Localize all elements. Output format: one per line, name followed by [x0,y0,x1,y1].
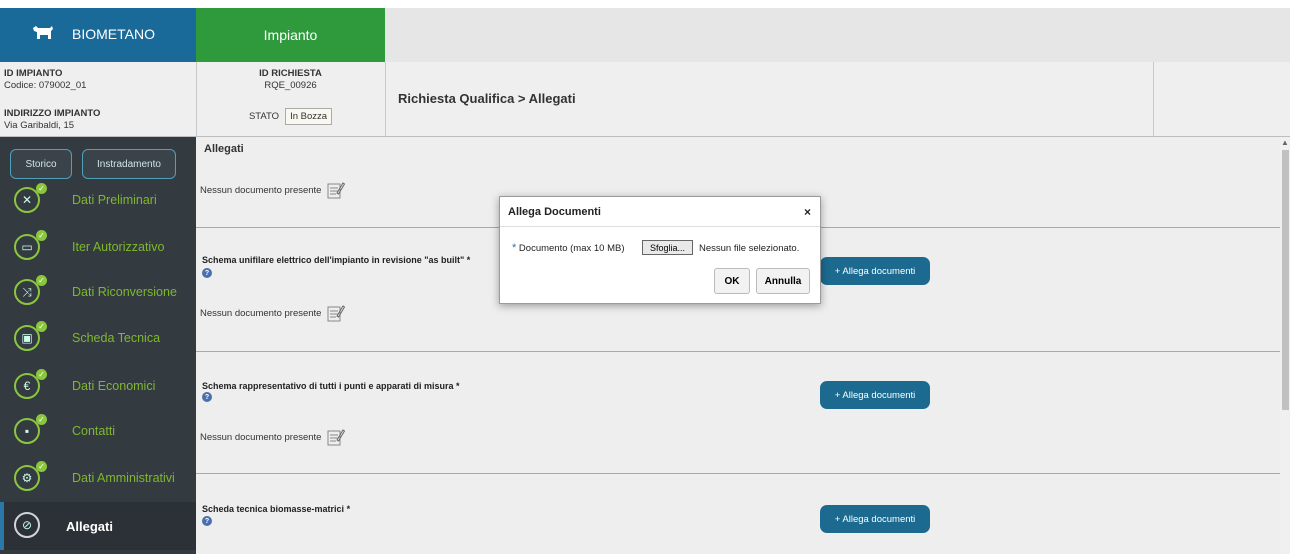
allega-documenti-button[interactable]: + Allega documenti [820,381,930,409]
close-icon[interactable]: × [804,205,811,219]
status-badge: In Bozza [285,108,333,125]
sidebar: Storico Instradamento ✕ ✓ Dati Preliminar… [0,137,200,554]
allega-documenti-button[interactable]: + Allega documenti [820,257,930,285]
check-icon: ✓ [36,414,47,425]
sidebar-item-iter-autorizzativo[interactable]: ▭ ✓ Iter Autorizzativo [0,226,196,270]
requirement-title: Scheda tecnica biomasse-matrici * [202,504,351,514]
sidebar-item-label: Dati Riconversione [72,285,177,299]
section-title-text: Allegati [204,143,244,155]
no-document-row: Nessun documento presente [200,428,346,446]
sidebar-item-dati-amministrativi[interactable]: ⚙ ✓ Dati Amministrativi [0,457,196,501]
sidebar-item-label: Dati Economici [72,379,156,393]
edit-note-icon[interactable] [327,304,346,322]
help-icon[interactable]: ? [202,268,212,278]
requirement-title: Schema rappresentativo di tutti i punti … [202,381,460,391]
impianto-info: ID IMPIANTO Codice: 079002_01 INDIRIZZO … [0,62,197,136]
help-icon[interactable]: ? [202,516,212,526]
no-document-row: Nessun documento presente [200,304,346,322]
no-document-text: Nessun documento presente [200,184,322,196]
document-band: Schema rappresentativo di tutti i punti … [196,352,1280,474]
breadcrumb: Richiesta Qualifica > Allegati [398,91,576,106]
browse-button[interactable]: Sfoglia... [642,240,693,255]
no-document-text: Nessun documento presente [200,431,322,443]
cow-icon [33,26,53,39]
sidebar-item-dati-riconversione[interactable]: ⤨ ✓ Dati Riconversione [0,271,196,315]
indirizzo-label: INDIRIZZO IMPIANTO [4,108,101,119]
check-icon: ✓ [36,230,47,241]
sidebar-item-label: Scheda Tecnica [72,331,161,345]
sidebar-item-contatti[interactable]: ▪ ✓ Contatti [0,410,196,454]
sidebar-item-label: Dati Amministrativi [72,471,175,485]
tab-impianto[interactable]: Impianto [196,8,385,62]
top-bar: BIOMETANO Impianto [0,0,1290,62]
app-name: BIOMETANO [72,26,155,42]
sidebar-item-label: Iter Autorizzativo [72,240,165,254]
sidebar-item-allegati[interactable]: ⊘ Allegati [0,502,200,550]
id-impianto-value: Codice: 079002_01 [4,80,87,91]
scroll-up-icon[interactable]: ▲ [1281,138,1289,147]
id-richiesta-value: RQE_00926 [264,80,317,91]
dialog-title: Allega Documenti [508,206,601,218]
check-icon: ✓ [36,321,47,332]
required-mark: * [512,242,517,254]
sidebar-item-label: Dati Preliminari [72,193,157,207]
brand-tab[interactable]: BIOMETANO [0,8,196,62]
document-field-text: Documento (max 10 MB) [518,243,625,254]
sidebar-item-dati-economici[interactable]: € ✓ Dati Economici [0,365,196,409]
instradamento-button[interactable]: Instradamento [82,149,176,179]
indirizzo-value: Via Garibaldi, 15 [4,120,75,131]
sidebar-item-scheda-tecnica[interactable]: ▣ ✓ Scheda Tecnica [0,317,196,361]
cancel-button[interactable]: Annulla [756,268,810,294]
stato-label: STATO [248,111,280,122]
requirement-title: Schema unifilare elettrico dell'impianto… [202,255,471,265]
divider [1153,62,1154,136]
check-icon: ✓ [36,369,47,380]
check-icon: ✓ [36,461,47,472]
document-field-label: * Documento (max 10 MB) [512,242,625,254]
allega-documenti-button[interactable]: + Allega documenti [820,505,930,533]
help-icon[interactable]: ? [202,392,212,402]
check-icon: ✓ [36,275,47,286]
dialog-divider [500,226,820,227]
edit-note-icon[interactable] [327,181,346,199]
stato-row: STATO In Bozza [196,108,385,125]
info-bar: ID IMPIANTO Codice: 079002_01 INDIRIZZO … [0,62,1290,137]
top-bar-fill [385,8,1290,62]
id-impianto-label: ID IMPIANTO [4,68,63,79]
no-document-text: Nessun documento presente [200,307,322,319]
richiesta-info: ID RICHIESTA RQE_00926 STATO In Bozza [196,62,386,136]
id-richiesta-label: ID RICHIESTA [259,68,322,79]
check-icon: ✓ [36,183,47,194]
paperclip-icon: ⊘ [14,512,40,538]
sidebar-item-label: Contatti [72,424,116,438]
document-band: Scheda tecnica biomasse-matrici * ? + Al… [196,474,1280,554]
file-status: Nessun file selezionato. [699,243,800,254]
scrollbar-thumb[interactable] [1282,150,1289,410]
sidebar-item-label: Allegati [66,519,113,534]
allega-documenti-dialog: Allega Documenti × * Documento (max 10 M… [499,196,821,304]
no-document-row: Nessun documento presente [200,181,346,199]
ok-button[interactable]: OK [714,268,750,294]
storico-button[interactable]: Storico [10,149,72,179]
sidebar-item-dati-preliminari[interactable]: ✕ ✓ Dati Preliminari [0,179,196,223]
edit-note-icon[interactable] [327,428,346,446]
section-title: Allegati [196,137,1280,161]
